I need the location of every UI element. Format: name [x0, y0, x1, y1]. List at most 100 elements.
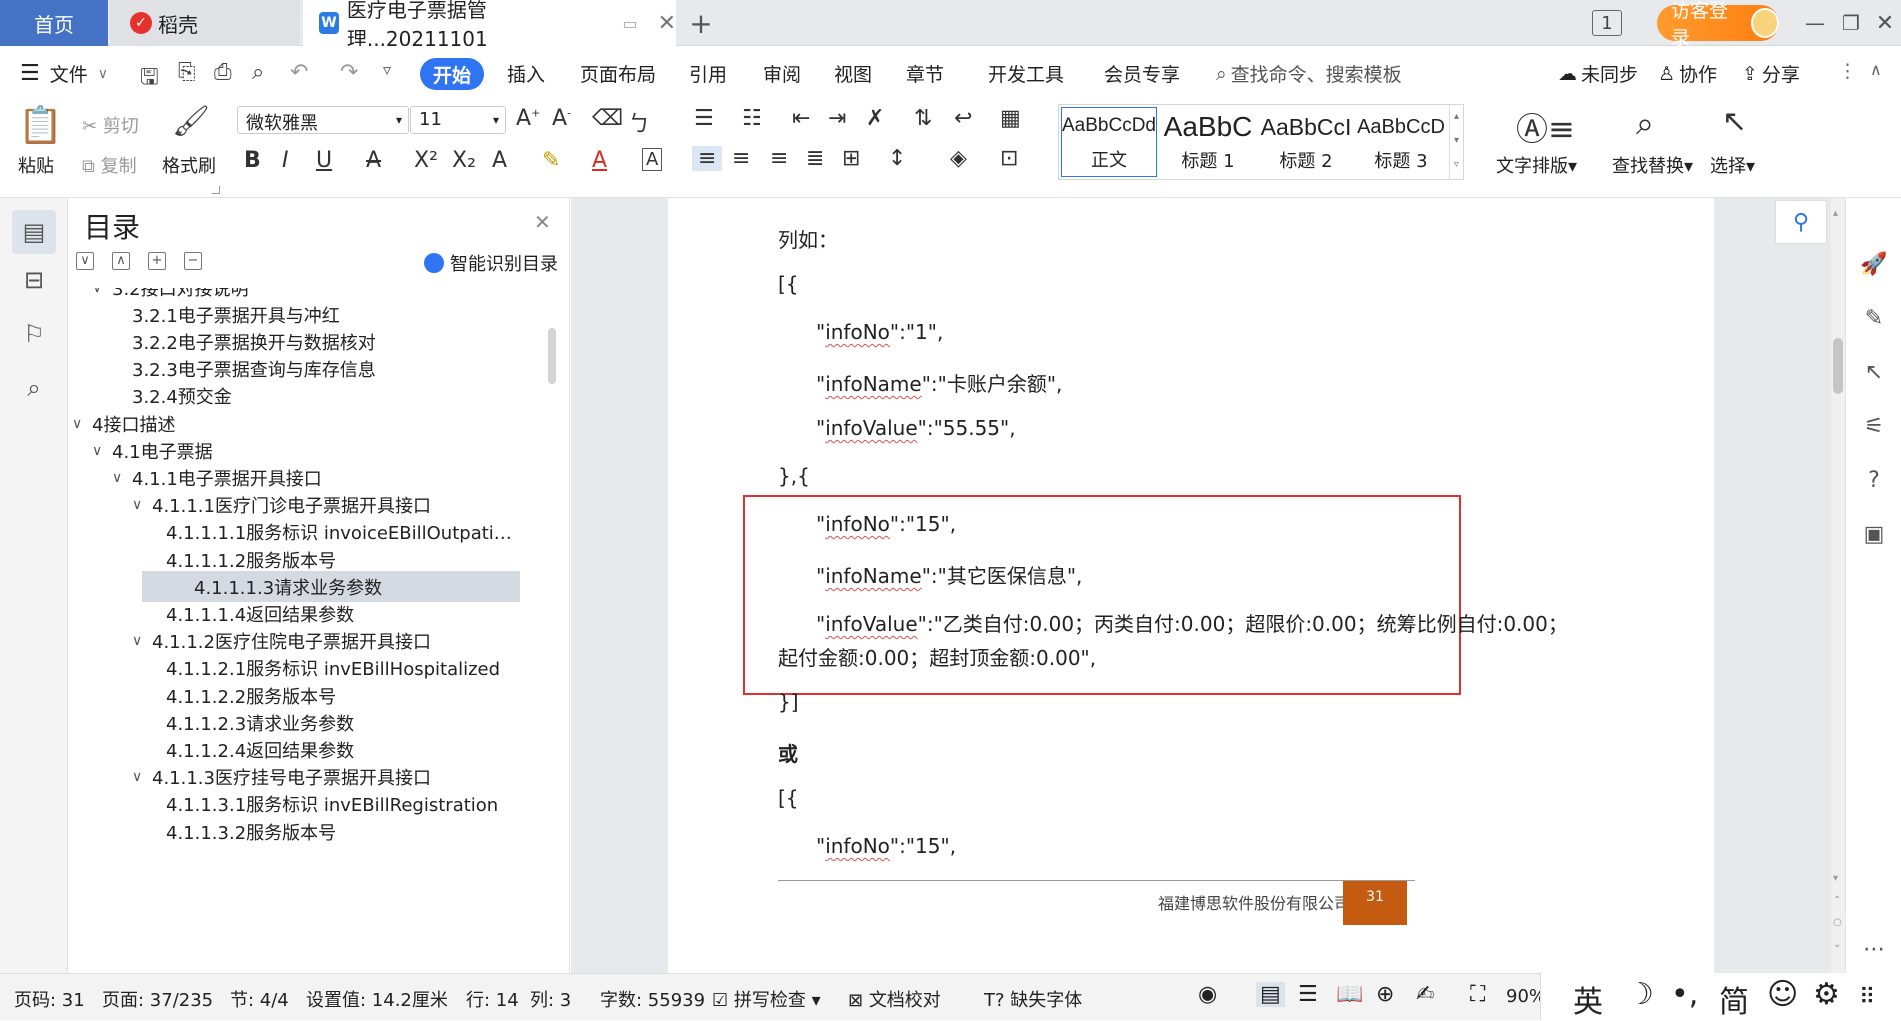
export-pdf-icon[interactable]: ⎘ — [178, 60, 196, 85]
numbering-icon[interactable]: ☷ — [742, 106, 762, 131]
collapse-ribbon-icon[interactable]: ∧ — [1870, 60, 1882, 79]
more-icon[interactable]: ⋯ — [1858, 933, 1890, 965]
close-tab-icon[interactable]: ✕ — [658, 11, 676, 36]
format-painter-icon[interactable]: 🖌 — [172, 104, 210, 139]
tab-document[interactable]: W 医疗电子票据管理...20211101 ▭ ✕ — [303, 0, 676, 51]
font-size-select[interactable]: 11 ▾ — [410, 106, 506, 134]
select-button[interactable]: 选择▾ — [1710, 152, 1755, 178]
menu-member[interactable]: 会员专享 — [1104, 60, 1180, 87]
clipboard-expand-icon[interactable] — [212, 186, 220, 194]
image-tools-icon[interactable]: ▣ — [1858, 518, 1890, 550]
location-pin-icon[interactable]: ⚲ — [1775, 200, 1827, 244]
doc-proofread-button[interactable]: ⊠ 文档校对 — [848, 986, 941, 1012]
chinese-layout-icon[interactable]: ✗ — [866, 106, 884, 131]
align-center-icon[interactable]: ≡ — [732, 146, 750, 171]
increase-indent-icon[interactable]: ⇥ — [828, 106, 846, 131]
document-page[interactable]: ▔ ▔▔ ▔ ▔▔ ▔▔ ▔ ▔▔ ▔▔ ▔▔ ▔ ▔ ▔ ▔▔ 列如： [{ … — [668, 198, 1714, 973]
chevron-down-icon[interactable]: ∨ — [112, 470, 132, 486]
file-menu[interactable]: ☰ 文件 ∨ — [20, 60, 108, 87]
style-heading-2[interactable]: AaBbCcI 标题 2 — [1257, 109, 1355, 177]
justify-icon[interactable]: ≣ — [806, 146, 824, 171]
grow-font-icon[interactable]: A+ — [516, 106, 540, 131]
paste-button[interactable]: 粘贴 — [18, 152, 54, 178]
toc-panel-icon[interactable]: ▤ — [12, 210, 56, 254]
undo-icon[interactable]: ↶ — [290, 60, 308, 85]
print-preview-icon[interactable]: ⌕ — [252, 60, 264, 85]
collapse-all-icon[interactable]: ∨ — [76, 252, 94, 270]
toc-item[interactable]: 4.1.1.3.2服务版本号 — [166, 816, 336, 847]
moon-icon[interactable]: ☽ — [1627, 977, 1654, 1012]
shading-icon[interactable]: ◈ — [950, 146, 967, 171]
remove-heading-icon[interactable]: − — [184, 252, 202, 270]
char-border-icon[interactable]: A — [642, 148, 663, 171]
table-grid-icon[interactable]: ▦ — [1000, 106, 1021, 131]
search-icon[interactable]: ⌕ — [18, 372, 50, 404]
shrink-font-icon[interactable]: A- — [552, 106, 571, 131]
rocket-icon[interactable]: 🚀 — [1858, 248, 1890, 280]
text-layout-icon[interactable]: Ⓐ≡ — [1516, 104, 1575, 150]
menu-references[interactable]: 引用 — [689, 60, 727, 87]
font-name-select[interactable]: 微软雅黑 ▾ — [237, 106, 409, 134]
chevron-down-icon[interactable]: ∨ — [92, 288, 112, 296]
font-color-icon[interactable]: A — [592, 148, 607, 173]
web-view-icon[interactable]: ⊕ — [1376, 982, 1394, 1007]
find-replace-button[interactable]: 查找替换▾ — [1612, 152, 1693, 178]
phonetic-guide-icon[interactable]: ㄅ — [628, 106, 650, 138]
eye-protect-icon[interactable]: ◉ — [1198, 982, 1217, 1007]
style-heading-3[interactable]: AaBbCcD 标题 3 — [1355, 109, 1447, 177]
expand-up-icon[interactable]: ∧ — [112, 252, 130, 270]
format-painter-button[interactable]: 格式刷 — [162, 152, 216, 178]
ime-punctuation[interactable]: •, — [1671, 977, 1698, 1012]
sync-button[interactable]: ☁ 未同步 — [1558, 60, 1638, 87]
clear-format-icon[interactable]: ⌫ — [592, 106, 623, 131]
menu-chapter[interactable]: 章节 — [906, 60, 944, 87]
distributed-icon[interactable]: ⊞ — [842, 146, 860, 171]
align-left-icon[interactable]: ≡ — [692, 146, 723, 171]
restore-icon[interactable]: ❐ — [1836, 8, 1866, 38]
settings-sliders-icon[interactable]: ⚟ — [1858, 410, 1890, 442]
text-effect-icon[interactable]: A — [492, 148, 507, 173]
menu-insert[interactable]: 插入 — [507, 60, 545, 87]
reading-view-icon[interactable]: 📖 — [1336, 982, 1363, 1007]
menu-start[interactable]: 开始 — [420, 58, 484, 90]
chevron-down-icon[interactable]: ∨ — [72, 416, 92, 432]
share-button[interactable]: ⇪ 分享 — [1742, 60, 1800, 87]
fit-page-icon[interactable]: ⛶ — [1470, 982, 1485, 1007]
pen-icon[interactable]: ✎ — [1858, 302, 1890, 334]
status-word-count[interactable]: 字数: 55939 — [600, 986, 705, 1012]
chevron-down-icon[interactable]: ∨ — [132, 769, 152, 785]
outline-view-icon[interactable]: ☰ — [1298, 982, 1318, 1007]
style-scroll-icon[interactable]: ▴ ▾ ▿ — [1449, 105, 1463, 179]
chevron-down-icon[interactable]: ∨ — [132, 633, 152, 649]
text-layout-button[interactable]: 文字排版▾ — [1496, 152, 1577, 178]
copy-button[interactable]: ⧉ 复制 — [82, 152, 137, 178]
menu-review[interactable]: 审阅 — [763, 60, 801, 87]
paste-icon[interactable]: 📋 — [18, 104, 63, 152]
more-icon[interactable]: ⋮ — [1838, 60, 1857, 82]
page-nav-icons[interactable]: ▾ ⌃ ○ ⌄ — [1833, 868, 1842, 956]
ime-tools-icon[interactable]: ⠿ — [1859, 985, 1875, 1010]
smart-toc-button[interactable]: 智能识别目录 — [424, 250, 558, 276]
monitor-icon[interactable]: ▭ — [622, 14, 637, 33]
gear-icon[interactable]: ⚙ — [1813, 977, 1840, 1012]
menu-view[interactable]: 视图 — [834, 60, 872, 87]
ime-simplified[interactable]: 简 — [1719, 977, 1749, 1021]
underline-icon[interactable]: U — [316, 148, 332, 173]
emoji-icon[interactable]: ☺ — [1767, 977, 1798, 1012]
line-spacing-icon[interactable]: ↕ — [888, 146, 906, 171]
close-window-icon[interactable]: ✕ — [1870, 8, 1900, 38]
close-icon[interactable]: ✕ — [534, 210, 551, 234]
spell-check-button[interactable]: ☑ 拼写检查 ▾ — [712, 986, 821, 1012]
ime-language[interactable]: 英 — [1573, 977, 1603, 1021]
save-icon[interactable]: 🖫 — [140, 60, 159, 98]
borders-icon[interactable]: ⊡ — [1000, 146, 1018, 171]
bold-icon[interactable]: B — [244, 148, 261, 173]
window-layout-icon[interactable]: 1 — [1592, 10, 1622, 36]
toc-scrollbar[interactable] — [548, 328, 556, 384]
bookmark-icon[interactable]: ⚐ — [18, 318, 50, 350]
cut-button[interactable]: ✂ 剪切 — [82, 112, 139, 138]
collaborate-button[interactable]: ♙ 协作 — [1658, 60, 1717, 87]
add-heading-icon[interactable]: + — [148, 252, 166, 270]
bullets-icon[interactable]: ☰ — [694, 106, 714, 131]
visitor-login-button[interactable]: 访客登录 — [1657, 0, 1779, 49]
